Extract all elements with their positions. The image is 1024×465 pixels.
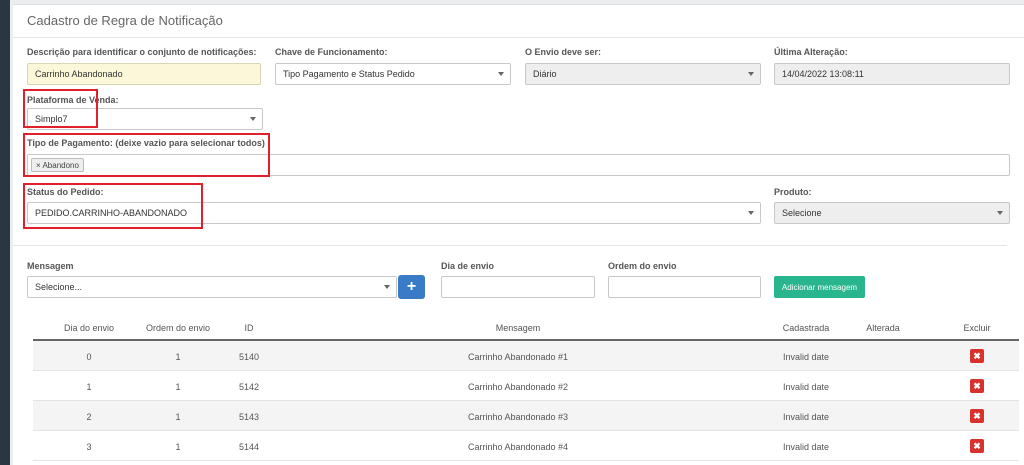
- chave-select[interactable]: Tipo Pagamento e Status Pedido: [275, 63, 511, 85]
- header-mensagem: Mensagem: [495, 323, 541, 333]
- messages-table: Dia do envio Ordem do envio ID Mensagem …: [33, 314, 1019, 461]
- dia-envio-label: Dia de envio: [441, 261, 495, 271]
- cell-cadastrada: Invalid date: [782, 412, 830, 422]
- cell-id: 5144: [238, 442, 260, 452]
- ordem-envio-label: Ordem do envio: [608, 261, 677, 271]
- descricao-label: Descrição para identificar o conjunto de…: [27, 47, 257, 57]
- ordem-envio-input[interactable]: [608, 276, 761, 298]
- cell-cadastrada: Invalid date: [782, 352, 830, 362]
- table-row: 1 1 5142 Carrinho Abandonado #2 Invalid …: [33, 371, 1019, 401]
- ultima-alteracao-label: Última Alteração:: [774, 47, 848, 57]
- cell-dia: 0: [86, 352, 92, 362]
- close-icon: ✖: [973, 410, 981, 421]
- table-row: 2 1 5143 Carrinho Abandonado #3 Invalid …: [33, 401, 1019, 431]
- highlight-tipo-pagamento: [23, 133, 270, 177]
- header-id: ID: [244, 323, 254, 333]
- cell-id: 5142: [238, 382, 260, 392]
- chave-value: Tipo Pagamento e Status Pedido: [283, 69, 415, 79]
- descricao-value: Carrinho Abandonado: [35, 69, 123, 79]
- produto-value: Selecione: [782, 208, 822, 218]
- produto-label: Produto:: [774, 187, 812, 197]
- cell-mensagem: Carrinho Abandonado #3: [467, 412, 569, 422]
- dia-envio-input[interactable]: [441, 276, 595, 298]
- form-panel: Cadastro de Regra de Notificação Descriç…: [13, 4, 1024, 465]
- header-excluir: Excluir: [963, 323, 991, 333]
- chevron-down-icon: [250, 117, 256, 121]
- adicionar-mensagem-button[interactable]: Adicionar mensagem: [774, 276, 865, 298]
- delete-row-button[interactable]: ✖: [970, 349, 984, 363]
- table-row: 3 1 5144 Carrinho Abandonado #4 Invalid …: [33, 431, 1019, 461]
- left-sidebar: [0, 0, 10, 465]
- add-message-plus-button[interactable]: +: [398, 275, 425, 299]
- chevron-down-icon: [384, 285, 390, 289]
- chave-label: Chave de Funcionamento:: [275, 47, 388, 57]
- close-icon: ✖: [973, 350, 981, 361]
- envio-label: O Envio deve ser:: [525, 47, 602, 57]
- descricao-input[interactable]: Carrinho Abandonado: [27, 63, 261, 85]
- delete-row-button[interactable]: ✖: [970, 439, 984, 453]
- cell-id: 5143: [238, 412, 260, 422]
- chevron-down-icon: [498, 72, 504, 76]
- mensagem-value: Selecione...: [35, 282, 83, 292]
- mensagem-label: Mensagem: [27, 261, 74, 271]
- cell-id: 5140: [238, 352, 260, 362]
- cell-dia: 2: [86, 412, 92, 422]
- chevron-down-icon: [997, 211, 1003, 215]
- cell-dia: 1: [86, 382, 92, 392]
- plus-icon: +: [406, 278, 417, 295]
- mensagem-select[interactable]: Selecione...: [27, 276, 397, 298]
- cell-dia: 3: [86, 442, 92, 452]
- header-ordem: Ordem do envio: [145, 323, 211, 333]
- envio-select[interactable]: Diário: [525, 63, 761, 85]
- ultima-alteracao-value: 14/04/2022 13:08:11: [782, 69, 864, 79]
- highlight-plataforma: [23, 89, 98, 128]
- header-cadastrada: Cadastrada: [782, 323, 830, 333]
- cell-ordem: 1: [175, 412, 181, 422]
- cell-ordem: 1: [175, 382, 181, 392]
- cell-mensagem: Carrinho Abandonado #4: [467, 442, 569, 452]
- delete-row-button[interactable]: ✖: [970, 409, 984, 423]
- close-icon: ✖: [973, 380, 981, 391]
- page-title: Cadastro de Regra de Notificação: [27, 13, 223, 28]
- section-divider: [13, 245, 1007, 246]
- envio-value: Diário: [533, 69, 557, 79]
- table-header: Dia do envio Ordem do envio ID Mensagem …: [33, 314, 1019, 341]
- produto-select[interactable]: Selecione: [774, 202, 1010, 224]
- cell-cadastrada: Invalid date: [782, 382, 830, 392]
- table-row: 0 1 5140 Carrinho Abandonado #1 Invalid …: [33, 341, 1019, 371]
- cell-mensagem: Carrinho Abandonado #1: [467, 352, 569, 362]
- chevron-down-icon: [748, 211, 754, 215]
- ultima-alteracao-field: 14/04/2022 13:08:11: [774, 63, 1010, 85]
- cell-ordem: 1: [175, 442, 181, 452]
- close-icon: ✖: [973, 440, 981, 451]
- highlight-status: [23, 183, 203, 229]
- header-dia: Dia do envio: [63, 323, 115, 333]
- cell-mensagem: Carrinho Abandonado #2: [467, 382, 569, 392]
- delete-row-button[interactable]: ✖: [970, 379, 984, 393]
- chevron-down-icon: [748, 72, 754, 76]
- title-divider: [13, 37, 1024, 38]
- cell-cadastrada: Invalid date: [782, 442, 830, 452]
- cell-ordem: 1: [175, 352, 181, 362]
- header-alterada: Alterada: [866, 323, 900, 333]
